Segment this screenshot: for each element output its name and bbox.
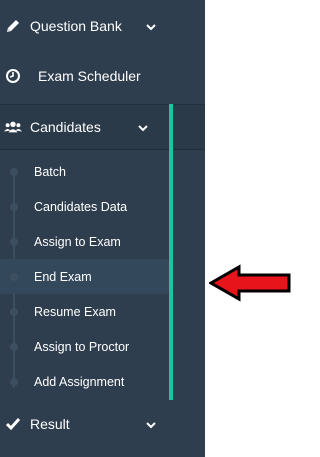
check-icon [4, 415, 22, 433]
active-section-accent-bar [169, 104, 173, 400]
submenu-label: Resume Exam [34, 304, 116, 319]
users-icon [4, 118, 22, 136]
submenu-label: Batch [34, 164, 66, 179]
submenu-label: Candidates Data [34, 199, 128, 214]
bullet-dot-icon [10, 342, 18, 351]
submenu-item-add-assignment[interactable]: Add Assignment [0, 364, 169, 399]
menu-question-bank[interactable]: Question Bank [0, 0, 205, 52]
submenu-item-end-exam[interactable]: End Exam [0, 259, 169, 294]
chevron-down-icon[interactable] [137, 121, 149, 133]
pencil-icon [4, 17, 22, 35]
submenu-label: Add Assignment [34, 374, 125, 389]
bullet-dot-icon [10, 237, 18, 246]
bullet-dot-icon [10, 202, 18, 211]
submenu-item-assign-to-proctor[interactable]: Assign to Proctor [0, 329, 169, 364]
menu-candidates[interactable]: Candidates [0, 104, 205, 150]
clock-icon [4, 67, 22, 85]
submenu-item-assign-to-exam[interactable]: Assign to Exam [0, 224, 169, 259]
chevron-down-icon[interactable] [145, 20, 157, 32]
submenu-label: Assign to Proctor [34, 339, 130, 354]
menu-exam-scheduler[interactable]: Exam Scheduler [0, 50, 205, 102]
bullet-dot-icon [10, 167, 18, 176]
menu-result[interactable]: Result [0, 398, 205, 450]
red-arrow-left-icon [209, 264, 291, 302]
submenu-item-resume-exam[interactable]: Resume Exam [0, 294, 169, 329]
submenu-item-candidates-data[interactable]: Candidates Data [0, 189, 169, 224]
submenu-item-batch[interactable]: Batch [0, 154, 169, 189]
bullet-dot-icon [10, 272, 18, 281]
sidebar: Question Bank Exam Scheduler Candidates … [0, 0, 205, 457]
bullet-dot-icon [10, 307, 18, 316]
submenu-label: Assign to Exam [34, 234, 121, 249]
submenu-label: End Exam [34, 269, 92, 284]
menu-label: Result [30, 416, 70, 432]
menu-label: Exam Scheduler [38, 68, 141, 84]
chevron-down-icon[interactable] [145, 418, 157, 430]
menu-label: Candidates [30, 119, 101, 135]
bullet-dot-icon [10, 377, 18, 386]
menu-label: Question Bank [30, 18, 122, 34]
